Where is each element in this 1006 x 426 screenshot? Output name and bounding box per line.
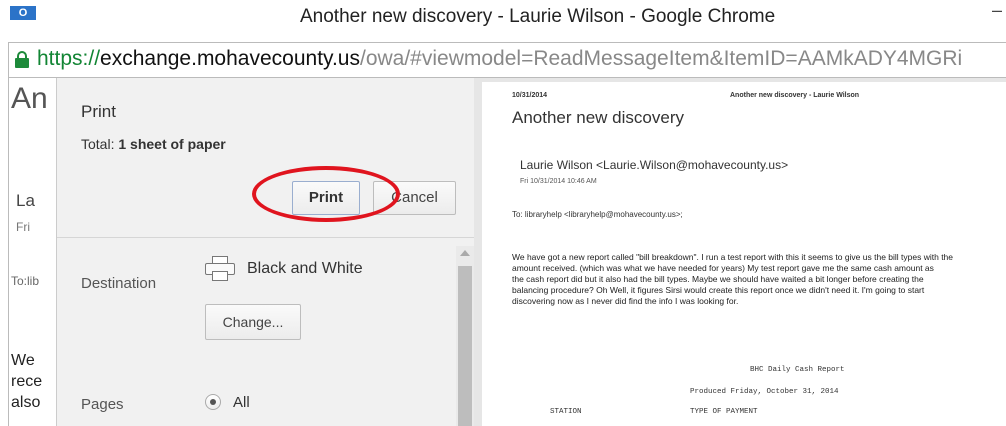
total-sheets: Total: 1 sheet of paper: [81, 136, 226, 152]
scroll-up-arrow-icon[interactable]: [460, 250, 470, 256]
total-label: Total:: [81, 136, 115, 152]
body-line: the cash report did but it also had the …: [512, 274, 924, 284]
report-title: BHC Daily Cash Report: [750, 366, 845, 374]
total-value: 1 sheet of paper: [118, 136, 226, 152]
print-dialog-title: Print: [81, 102, 116, 121]
body-fragment-line: rece: [11, 373, 43, 390]
printer-icon: [205, 256, 235, 282]
settings-scrollbar[interactable]: [456, 246, 474, 426]
body-line: discovering now as I never did find the …: [512, 296, 739, 306]
print-button[interactable]: Print: [292, 181, 360, 215]
email-to-fragment: To:lib: [11, 274, 40, 288]
report-column-station: STATION: [550, 408, 582, 416]
preview-to: To: libraryhelp <libraryhelp@mohavecount…: [512, 210, 683, 219]
lock-icon: [15, 51, 29, 69]
print-dialog: Print Total: 1 sheet of paper Print Canc…: [56, 78, 475, 426]
pages-all-label[interactable]: All: [233, 394, 250, 411]
address-bar[interactable]: https://exchange.mohavecounty.us/owa/#vi…: [8, 42, 1006, 78]
change-destination-button[interactable]: Change...: [205, 304, 301, 340]
report-column-type: TYPE OF PAYMENT: [690, 408, 758, 416]
destination-label: Destination: [81, 275, 157, 292]
preview-sender: Laurie Wilson <Laurie.Wilson@mohavecount…: [520, 158, 789, 172]
preview-page: 10/31/2014 Another new discovery - Lauri…: [482, 82, 1006, 426]
preview-subject: Another new discovery: [512, 108, 684, 127]
report-produced-date: Produced Friday, October 31, 2014: [690, 388, 839, 396]
destination-printer-name: Black and White: [247, 260, 363, 277]
background-email: An La Fri To:lib We rece also: [8, 78, 56, 426]
body-line: We have got a new report called "bill br…: [512, 252, 954, 262]
body-line: amount received. (which was what we have…: [512, 263, 934, 273]
window-title-bar: O Another new discovery - Laurie Wilson …: [0, 0, 1006, 40]
cancel-button[interactable]: Cancel: [373, 181, 456, 215]
body-fragment-line: also: [11, 394, 41, 411]
preview-date: 10/31/2014: [512, 92, 548, 99]
body-line: balancing procedure? Oh Well, it figures…: [512, 285, 925, 295]
url-scheme: https://: [37, 47, 101, 70]
divider: [57, 237, 475, 238]
window-title: Another new discovery - Laurie Wilson - …: [300, 6, 776, 27]
preview-sent-time: Fri 10/31/2014 10:46 AM: [520, 178, 597, 185]
url-host: exchange.mohavecounty.us: [100, 47, 360, 70]
preview-header: Another new discovery - Laurie Wilson: [730, 92, 860, 99]
outlook-app-icon: O: [10, 6, 36, 20]
body-fragment-line: We: [11, 352, 35, 369]
preview-body: We have got a new report called "bill br…: [512, 252, 1006, 307]
url-text[interactable]: https://exchange.mohavecounty.us/owa/#vi…: [37, 47, 962, 71]
pages-all-radio[interactable]: [205, 394, 221, 410]
scroll-thumb[interactable]: [458, 266, 472, 426]
email-body-fragment: We rece also: [11, 350, 42, 413]
minimize-button[interactable]: –: [992, 0, 1002, 21]
email-sender-fragment: La: [16, 191, 35, 210]
url-path: /owa/#viewmodel=ReadMessageItem&ItemID=A…: [359, 47, 963, 70]
email-subject-fragment: An: [11, 82, 48, 115]
pages-label: Pages: [81, 396, 124, 413]
email-date-fragment: Fri: [16, 220, 30, 234]
